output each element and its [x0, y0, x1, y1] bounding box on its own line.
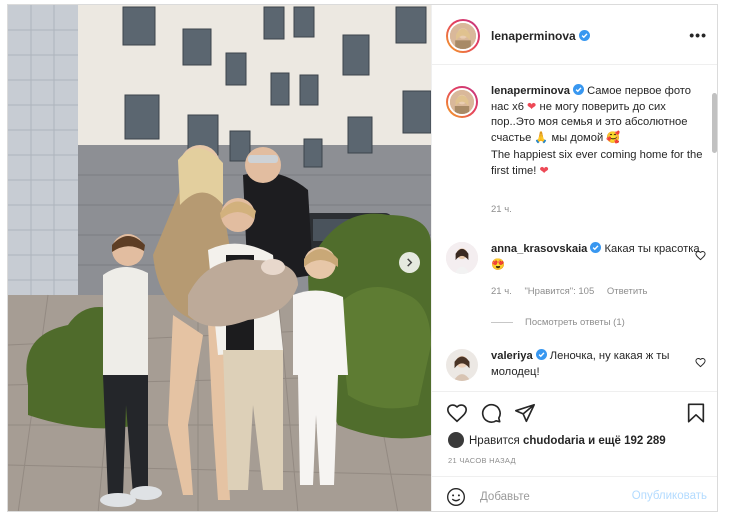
view-replies-button[interactable]: Посмотреть ответы (1) — [491, 317, 625, 328]
add-comment-bar: Опубликовать — [432, 476, 717, 511]
comment-time[interactable]: 21 ч. — [491, 286, 512, 297]
next-photo-button[interactable] — [399, 252, 420, 273]
verified-icon — [572, 84, 584, 95]
verified-icon — [535, 349, 547, 360]
smiling-hearts-emoji: 🥰 — [606, 131, 621, 144]
heart-eyes-emoji: 😍 — [491, 258, 505, 271]
commenter-avatar[interactable] — [446, 242, 478, 274]
view-replies-label: Посмотреть ответы (1) — [525, 317, 625, 328]
comment-text: valeriya Леночка, ну какая ж ты молодец! — [491, 349, 703, 380]
comments-list[interactable]: lenaperminova Самое первое фото нас х6 ❤… — [432, 66, 717, 391]
share-button[interactable] — [514, 402, 536, 424]
author-username[interactable]: lenaperminova — [491, 29, 590, 43]
liker-username[interactable]: chudodaria — [523, 435, 585, 447]
commenter-avatar[interactable] — [446, 349, 478, 381]
caption-time[interactable]: 21 ч. — [491, 204, 512, 215]
comment-likes[interactable]: "Нравится": 105 — [524, 286, 594, 297]
caption-text: lenaperminova Самое первое фото нас х6 ❤… — [491, 84, 703, 179]
reply-button[interactable]: Ответить — [607, 286, 648, 297]
comment-meta: 21 ч. "Нравится": 105 Ответить — [491, 286, 647, 297]
heart-icon — [447, 404, 467, 423]
emoji-button[interactable] — [446, 487, 466, 507]
verified-icon — [590, 242, 602, 253]
praying-hands-emoji: 🙏 — [534, 131, 549, 144]
verified-icon — [578, 30, 590, 41]
likes-summary[interactable]: Нравится chudodaria и ещё 192 289 — [448, 432, 666, 448]
replies-divider — [491, 321, 513, 323]
comment-button[interactable] — [480, 402, 502, 424]
liker-avatar — [448, 432, 464, 448]
post-header: lenaperminova ••• — [432, 5, 717, 65]
comment-text: anna_krasovskaia Какая ты красотка 😍 — [491, 242, 703, 273]
caption-ru-3: мы домой — [551, 131, 604, 144]
caption-avatar[interactable] — [446, 86, 478, 118]
like-button[interactable] — [446, 402, 468, 424]
save-icon — [687, 403, 705, 423]
post-actions: Нравится chudodaria и ещё 192 289 21 ЧАС… — [432, 391, 717, 511]
comment-icon — [481, 403, 501, 423]
save-button[interactable] — [685, 402, 707, 424]
comment-body: Какая ты красотка — [604, 243, 700, 255]
publish-button[interactable]: Опубликовать — [632, 490, 707, 502]
post-card: lenaperminova ••• lenaperminova Самое пе… — [7, 4, 718, 512]
comment-input[interactable] — [480, 487, 620, 507]
author-username-text[interactable]: lenaperminova — [491, 29, 576, 43]
caption-username[interactable]: lenaperminova — [491, 85, 570, 97]
red-heart-emoji: ❤ — [539, 164, 549, 177]
next-icon — [407, 258, 413, 267]
likes-count[interactable]: и ещё 192 289 — [588, 435, 666, 447]
post-photo[interactable] — [8, 5, 431, 511]
more-options-button[interactable]: ••• — [689, 27, 707, 43]
more-icon: ••• — [689, 27, 707, 43]
post-side-panel: lenaperminova ••• lenaperminova Самое пе… — [431, 5, 717, 511]
comments-scrollbar[interactable] — [712, 93, 717, 153]
share-icon — [515, 403, 535, 423]
red-heart-emoji: ❤ — [527, 100, 537, 113]
likes-prefix: Нравится — [469, 435, 520, 447]
emoji-icon — [447, 488, 465, 506]
comment-username[interactable]: anna_krasovskaia — [491, 243, 587, 255]
caption-en: The happiest six ever coming home for th… — [491, 149, 703, 177]
post-timestamp[interactable]: 21 ЧАСОВ НАЗАД — [448, 456, 516, 465]
comment-like-icon[interactable] — [695, 250, 706, 261]
comment-like-icon[interactable] — [695, 357, 706, 368]
author-avatar[interactable] — [446, 19, 480, 53]
comment-username[interactable]: valeriya — [491, 350, 533, 362]
